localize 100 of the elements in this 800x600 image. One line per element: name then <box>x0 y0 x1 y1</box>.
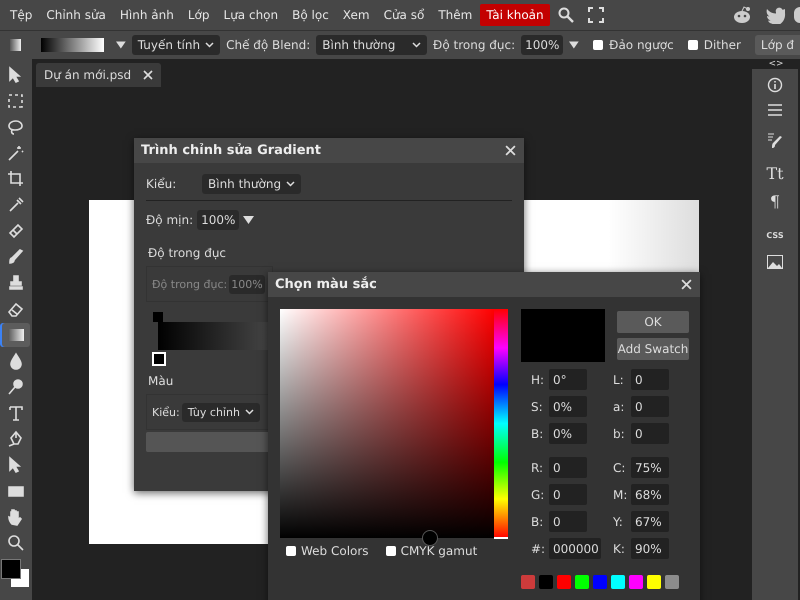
image-icon[interactable] <box>767 255 783 269</box>
info-icon[interactable] <box>767 77 783 93</box>
hue-slider[interactable] <box>494 309 508 538</box>
menu-item[interactable]: Tài khoản <box>480 4 550 26</box>
checkbox-label: CMYK gamut <box>400 544 478 558</box>
gradient-preview[interactable] <box>40 38 104 52</box>
close-icon[interactable] <box>505 145 516 156</box>
value-field[interactable]: 68% <box>631 484 669 505</box>
menu-item[interactable]: Hình ảnh <box>114 4 180 26</box>
value-field[interactable]: 67% <box>631 511 669 532</box>
menu-item[interactable]: Tệp <box>4 4 38 26</box>
value-field[interactable]: 0% <box>549 396 587 417</box>
sliders-icon[interactable] <box>767 103 783 117</box>
checkbox[interactable] <box>593 40 604 50</box>
value-field[interactable]: 75% <box>631 457 669 478</box>
dropdown-triangle-icon[interactable] <box>569 41 580 49</box>
menu-item[interactable]: Bộ lọc <box>286 4 335 26</box>
close-icon[interactable] <box>681 279 692 290</box>
section-heading: Độ trong đục <box>147 245 228 262</box>
panel-toggle[interactable]: <> <box>768 59 784 69</box>
layer-button[interactable]: Lớp đ <box>754 35 800 55</box>
dropdown-triangle-icon[interactable] <box>243 216 254 224</box>
color-swatch[interactable] <box>539 575 553 589</box>
color-swatch[interactable] <box>593 575 607 589</box>
color-swatch[interactable] <box>647 575 661 589</box>
color-swatches-icon[interactable] <box>1 559 31 589</box>
opacity-field[interactable]: 100% <box>521 35 564 55</box>
stop-opacity-field[interactable]: 100% <box>229 274 265 294</box>
menu-item[interactable]: Thêm <box>432 4 478 26</box>
bird-icon[interactable] <box>766 6 786 24</box>
value-field[interactable]: 0 <box>631 396 669 417</box>
menu-item[interactable]: Lớp <box>182 4 216 26</box>
gradient-icon <box>8 329 24 341</box>
value-field[interactable]: 0 <box>631 423 669 444</box>
heal-icon <box>6 221 26 241</box>
crop-icon <box>6 169 26 189</box>
fullscreen-icon[interactable] <box>588 7 604 23</box>
search-icon[interactable] <box>558 7 574 23</box>
dropdown-triangle-icon[interactable] <box>116 41 126 49</box>
ok-button[interactable]: OK <box>617 311 689 333</box>
menu-item[interactable]: Lựa chọn <box>218 4 284 26</box>
color-swatch[interactable] <box>611 575 625 589</box>
checkbox[interactable] <box>386 546 396 556</box>
color-swatch[interactable] <box>575 575 589 589</box>
field-label: #: <box>531 542 546 556</box>
color-stop[interactable] <box>152 352 166 366</box>
value-field[interactable]: 0 <box>549 511 587 532</box>
field-label: a: <box>613 400 626 414</box>
value-field[interactable]: 0% <box>549 423 587 444</box>
value-field[interactable]: 0° <box>549 369 587 390</box>
menu-item[interactable]: Xem <box>336 4 376 26</box>
stamp-icon <box>6 273 26 293</box>
field-label: R: <box>531 460 544 474</box>
field-label: S: <box>531 400 544 414</box>
value-field[interactable]: 0 <box>631 369 669 390</box>
type-select[interactable]: Bình thường <box>202 174 302 194</box>
field-label: H: <box>531 372 546 386</box>
menu-item[interactable]: Cửa sổ <box>378 4 430 26</box>
checkbox-label: Web Colors <box>301 544 369 558</box>
checkbox-label: Dither <box>704 38 741 52</box>
css-button[interactable]: CSS <box>766 227 784 245</box>
hue-slider-handle[interactable] <box>494 537 508 539</box>
field-label: K: <box>613 542 626 556</box>
blend-mode-select[interactable]: Bình thường <box>316 35 428 55</box>
close-icon[interactable] <box>143 70 154 80</box>
value-field[interactable]: 0 <box>549 457 587 478</box>
color-swatch[interactable] <box>557 575 571 589</box>
field-label: C: <box>613 460 626 474</box>
value-field[interactable]: 000000 <box>549 538 601 559</box>
blend-label: Chế độ Blend: <box>226 38 310 52</box>
color-swatch[interactable] <box>665 575 679 589</box>
panel-button[interactable]: Tt <box>766 165 784 183</box>
partial-icon[interactable] <box>794 7 800 23</box>
dialog-title: Chọn màu sắc <box>275 277 377 292</box>
dialog-title: Trình chỉnh sửa Gradient <box>141 143 321 158</box>
picker-cursor[interactable] <box>422 530 438 546</box>
section-heading: Màu <box>147 373 174 390</box>
add-swatch-button[interactable]: Add Swatch <box>617 338 689 360</box>
color-swatch[interactable] <box>629 575 643 589</box>
brush-icon[interactable] <box>767 133 783 149</box>
checkbox-label: Đảo ngược <box>609 38 674 52</box>
chevron-icon <box>412 42 422 48</box>
alien-icon[interactable] <box>732 6 752 24</box>
gradient-tool[interactable] <box>2 323 30 347</box>
checkbox[interactable] <box>286 546 296 556</box>
gradient-type-select[interactable]: Tuyến tính <box>132 35 220 55</box>
value-field[interactable]: 0 <box>549 484 587 505</box>
field-label: Y: <box>613 514 624 528</box>
menu-item[interactable]: Chỉnh sửa <box>40 4 112 26</box>
opacity-label: Độ trong đục: <box>433 38 516 52</box>
color-swatch[interactable] <box>521 575 535 589</box>
value-field[interactable]: 90% <box>631 538 669 559</box>
color-type-select[interactable]: Tùy chỉnh <box>182 402 260 422</box>
document-tab[interactable]: Dự án mới.psd <box>36 63 162 87</box>
lasso-icon <box>6 117 26 137</box>
panel-button[interactable]: ¶ <box>770 193 780 211</box>
smoothness-label: Độ mịn: <box>146 213 194 227</box>
chevron-icon <box>205 42 214 48</box>
smoothness-field[interactable]: 100% <box>197 210 240 230</box>
checkbox[interactable] <box>688 40 698 50</box>
